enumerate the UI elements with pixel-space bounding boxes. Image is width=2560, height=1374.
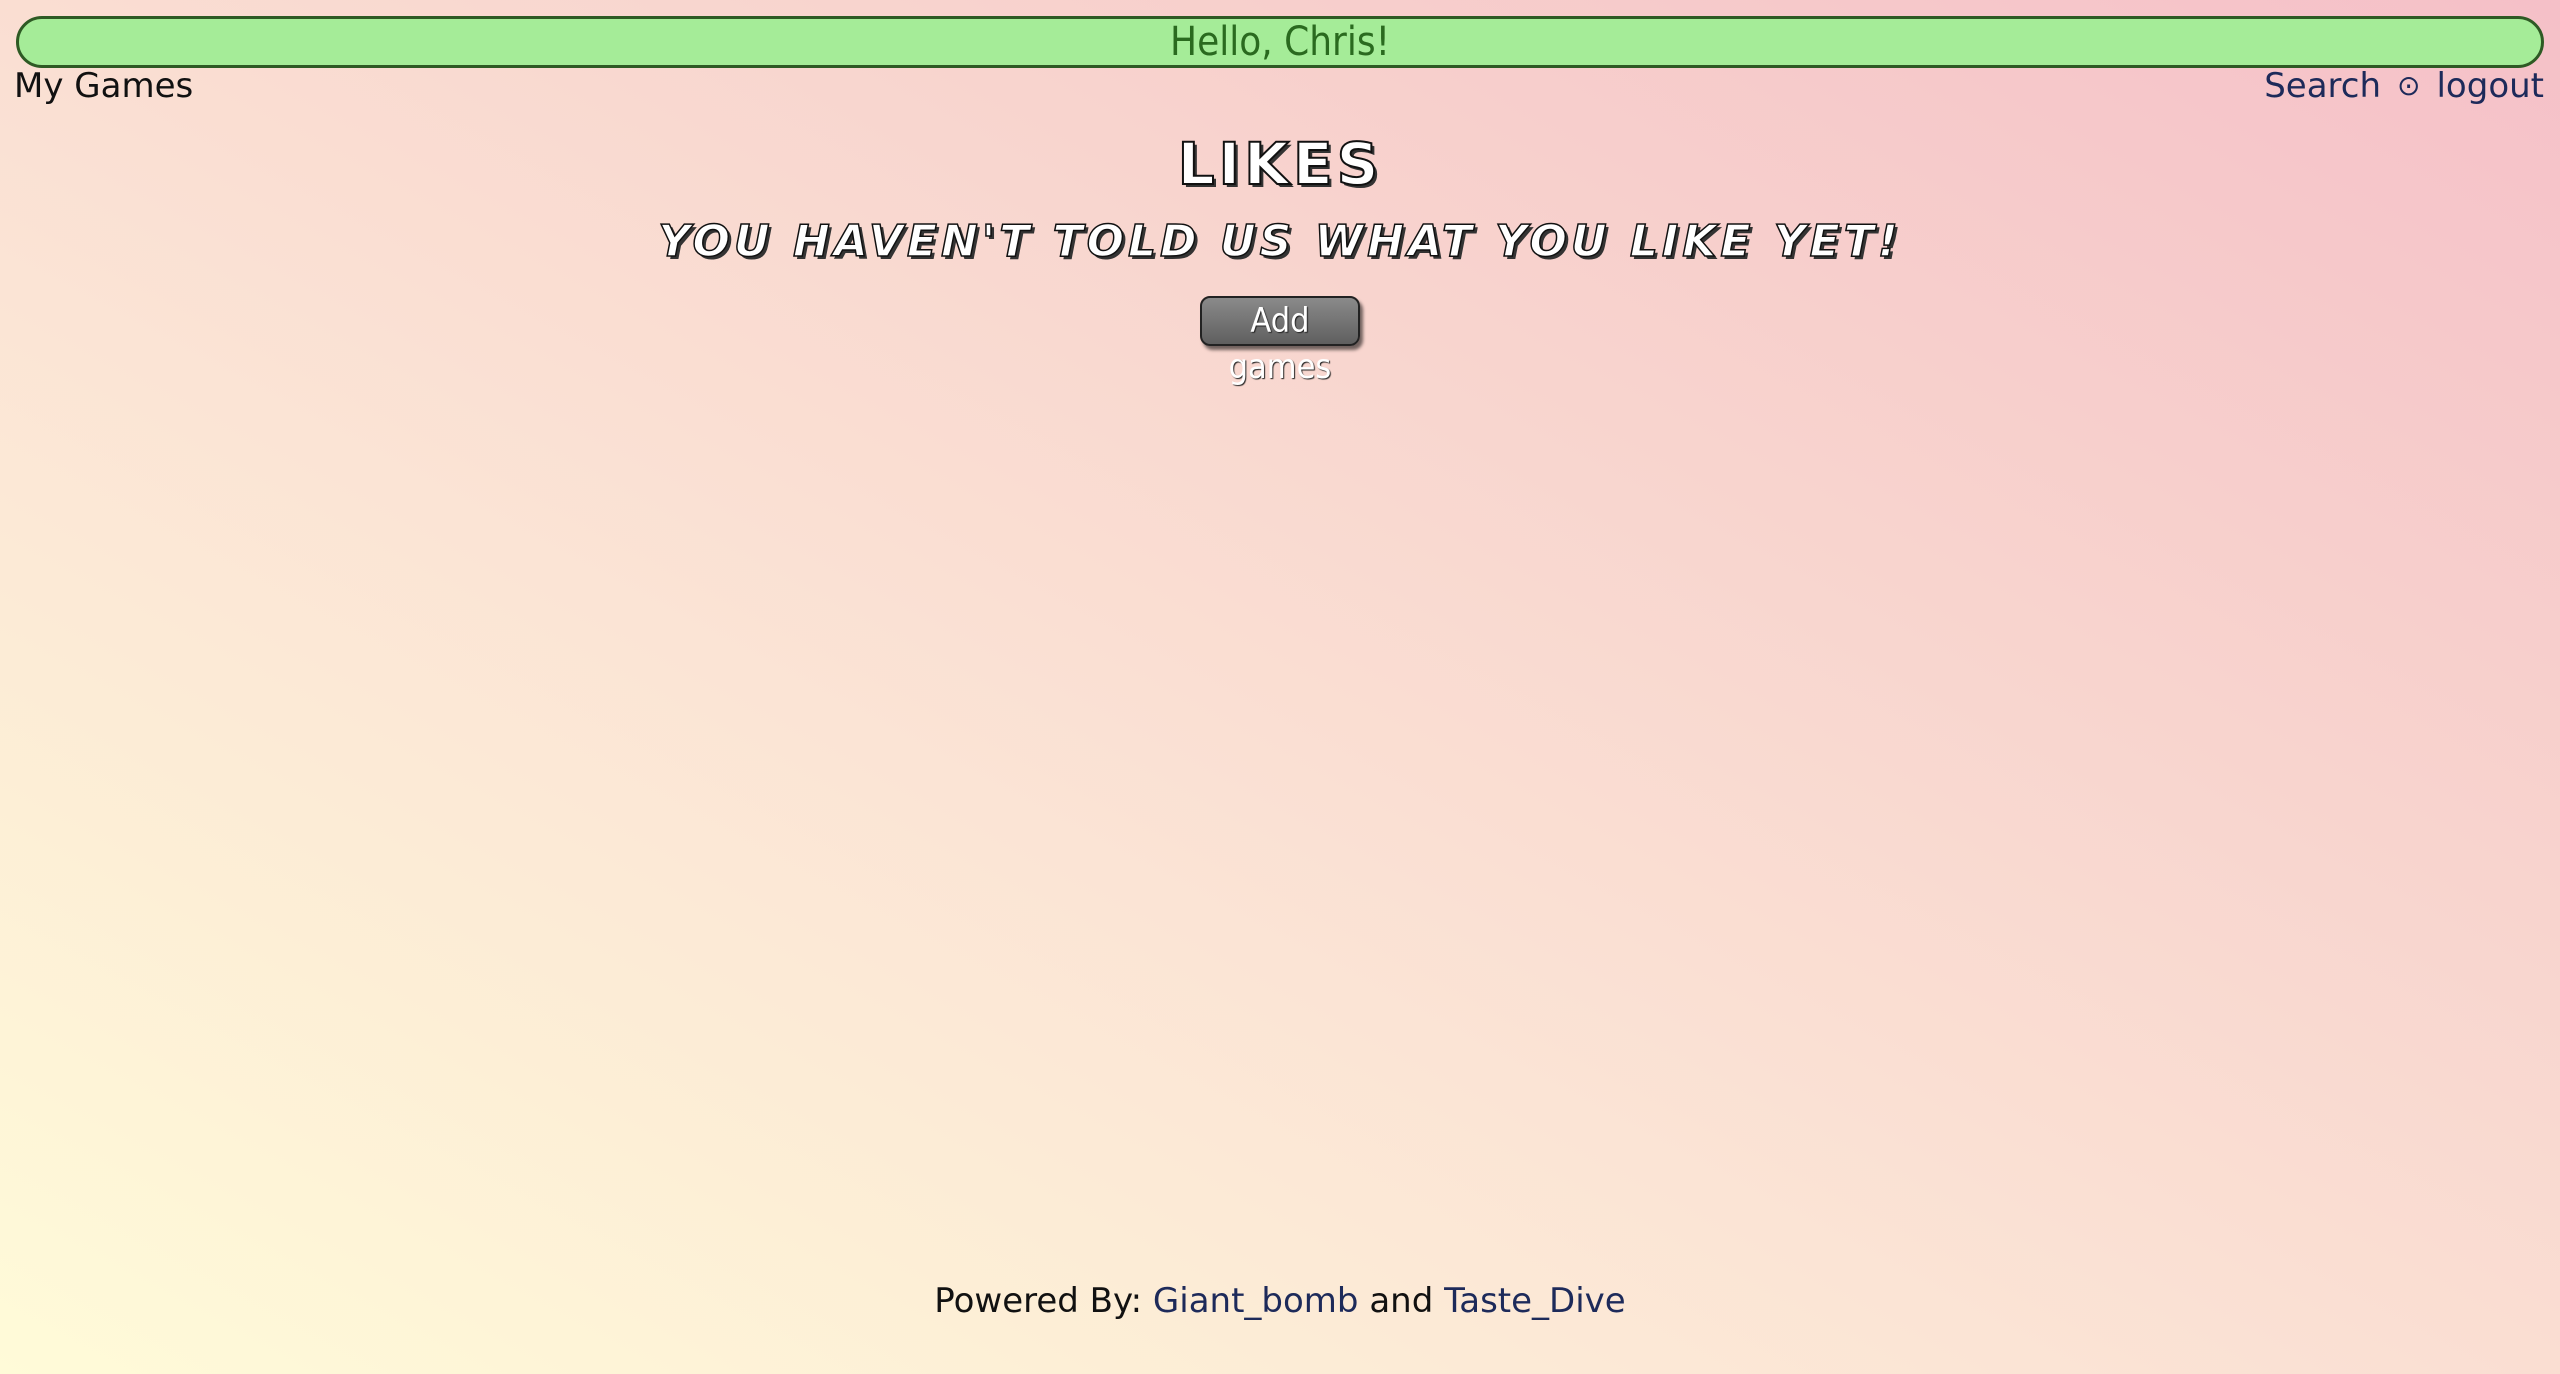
search-link[interactable]: Search bbox=[2264, 64, 2381, 108]
nav-separator-icon: ⊙ bbox=[2397, 69, 2421, 102]
taste-dive-link[interactable]: Taste_Dive bbox=[1444, 1281, 1626, 1321]
greeting-bar: Hello, Chris! bbox=[16, 16, 2544, 68]
footer: Powered By: Giant_bomb and Taste_Dive bbox=[0, 1277, 2560, 1325]
page-title: LIKES bbox=[1177, 129, 1383, 199]
greeting-text: Hello, Chris! bbox=[1170, 19, 1390, 65]
and-label: and bbox=[1369, 1281, 1434, 1321]
empty-likes-message: YOU HAVEN'T TOLD US WHAT YOU LIKE YET! bbox=[657, 215, 1902, 268]
my-games-link[interactable]: My Games bbox=[14, 64, 193, 108]
giant-bomb-link[interactable]: Giant_bomb bbox=[1153, 1281, 1359, 1321]
powered-by-label: Powered By: bbox=[934, 1281, 1143, 1321]
add-games-button[interactable]: Add games bbox=[1200, 296, 1360, 387]
top-right-nav: Search ⊙ logout bbox=[2264, 64, 2544, 108]
logout-link[interactable]: logout bbox=[2436, 64, 2544, 108]
